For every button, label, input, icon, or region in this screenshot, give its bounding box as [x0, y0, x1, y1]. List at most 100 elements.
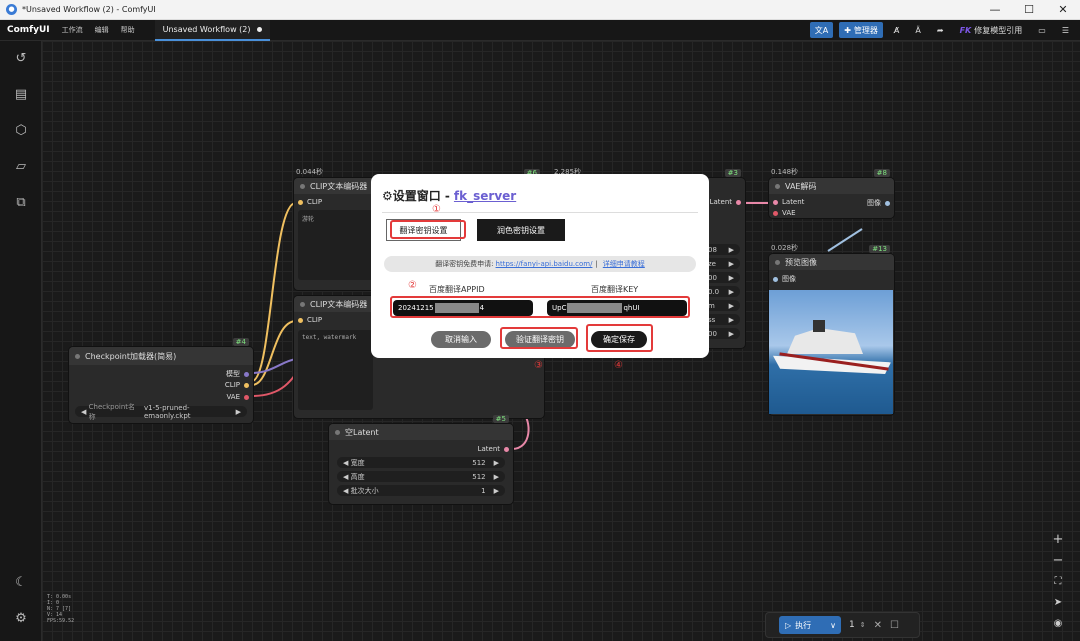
- run-button[interactable]: ▷ 执行 ∨: [779, 616, 841, 634]
- cancel-input-button[interactable]: 取消输入: [431, 331, 491, 348]
- translate-button[interactable]: 文A: [809, 22, 834, 38]
- translate-alt-icon: Ä: [915, 25, 921, 35]
- panel-toggle-button[interactable]: ▭: [1033, 22, 1051, 38]
- preview-image-node[interactable]: 0.028秒 #13 预览图像 图像: [769, 244, 894, 415]
- checkpoint-name-widget[interactable]: ◀ Checkpoint名称 v1-5-pruned-emaonly.ckpt …: [75, 403, 247, 421]
- node-header[interactable]: 空Latent: [329, 424, 513, 440]
- step-marker-4: ④: [614, 360, 623, 371]
- api-info-bar: 翻译密钥免费申请: https://fanyi-api.baidu.com/ |…: [384, 256, 696, 272]
- step-marker-3: ③: [534, 360, 543, 371]
- maximize-button[interactable]: ☐: [1012, 0, 1046, 20]
- highlight-box-1: [390, 220, 466, 239]
- prompt-textarea[interactable]: 游轮: [298, 210, 373, 280]
- vae-output-port[interactable]: VAE: [226, 393, 253, 401]
- empty-latent-node[interactable]: #5 空Latent Latent ◀ 宽度 512 ▶ ◀ 高度 512 ▶ ◀ 批次…: [329, 415, 513, 504]
- share-arrow-icon: ➦: [936, 25, 944, 35]
- queue-list-icon[interactable]: ▤: [13, 87, 29, 103]
- node-header[interactable]: VAE解码: [769, 178, 894, 194]
- clip-input-port[interactable]: CLIP: [294, 316, 322, 324]
- zoom-out-icon[interactable]: −: [1046, 551, 1070, 571]
- window-title: *Unsaved Workflow (2) - ComfyUI: [22, 5, 156, 14]
- chevron-right-icon: ▶: [493, 458, 499, 467]
- vae-input-port[interactable]: VAE: [769, 209, 796, 217]
- redacted-mask: [567, 303, 623, 313]
- clip-output-port[interactable]: CLIP: [225, 381, 253, 389]
- chevron-left-icon: ◀: [343, 458, 349, 467]
- latent-output-port[interactable]: Latent: [710, 198, 745, 206]
- share-button[interactable]: ➦: [932, 22, 949, 38]
- checkpoint-loader-node[interactable]: #4 Checkpoint加载器(简易) 模型 CLIP VAE ◀ Check…: [69, 338, 253, 423]
- highlight-box-3: [500, 327, 578, 349]
- menu-button[interactable]: ☰: [1057, 22, 1074, 38]
- generated-cruise-ship-image[interactable]: [769, 290, 893, 414]
- queue-run-bar: ▷ 执行 ∨ 1 ⇕ ✕ ☐: [765, 612, 920, 638]
- menu-help[interactable]: 帮助: [121, 25, 135, 35]
- chevron-right-icon: ▶: [493, 486, 499, 495]
- chevron-left-icon: ◀: [343, 472, 349, 481]
- latent-output-port[interactable]: Latent: [478, 445, 513, 453]
- menu-workflow[interactable]: 工作流: [62, 25, 83, 35]
- step-marker-1: ①: [432, 204, 441, 215]
- minimize-button[interactable]: —: [978, 0, 1012, 20]
- vae-decode-node[interactable]: 0.148秒 #8 VAE解码 Latent VAE 图像: [769, 168, 894, 218]
- tab-unsaved-workflow[interactable]: Unsaved Workflow (2): [154, 19, 270, 41]
- zoom-in-icon[interactable]: +: [1046, 530, 1070, 550]
- fk-server-link[interactable]: fk_server: [454, 189, 516, 203]
- chevron-down-icon[interactable]: ∨: [830, 621, 836, 630]
- model-output-port[interactable]: 模型: [226, 369, 253, 379]
- appid-label: 百度翻译APPID: [429, 285, 485, 294]
- redacted-mask: [434, 303, 479, 313]
- chevron-left-icon[interactable]: ◀: [81, 408, 86, 416]
- negative-prompt-textarea[interactable]: text, watermark: [298, 330, 373, 410]
- translate-off-button[interactable]: A̸: [889, 22, 904, 38]
- brand-logo[interactable]: ComfyUI: [7, 25, 50, 35]
- tutorial-link[interactable]: 详细申请教程: [603, 259, 645, 269]
- latent-input-port[interactable]: Latent: [769, 198, 804, 206]
- batch-count-input[interactable]: 1: [849, 620, 855, 630]
- fit-view-icon[interactable]: ⛶: [1046, 572, 1070, 592]
- theme-moon-icon[interactable]: ☾: [13, 575, 29, 591]
- key-input[interactable]: UpC qhUI: [547, 300, 687, 316]
- cancel-run-icon[interactable]: ✕: [874, 620, 882, 631]
- baidu-api-link[interactable]: https://fanyi-api.baidu.com/: [496, 260, 593, 268]
- sidebar: ↺ ▤ ⬡ ▱ ⧉ ☾ ⚙: [0, 41, 42, 641]
- history-icon[interactable]: ↺: [13, 51, 29, 67]
- puzzle-icon: ✚: [844, 25, 851, 35]
- visibility-eye-icon[interactable]: ◉: [1046, 614, 1070, 634]
- clip-input-port[interactable]: CLIP: [294, 198, 322, 206]
- manager-button[interactable]: ✚ 管理器: [839, 22, 883, 38]
- fix-models-button[interactable]: FK 修复模型引用: [955, 22, 1028, 38]
- image-output-port[interactable]: 图像: [867, 198, 894, 208]
- tab-label: Unsaved Workflow (2): [162, 24, 251, 34]
- image-input-port[interactable]: 图像: [769, 274, 796, 284]
- hamburger-icon: ☰: [1061, 25, 1069, 35]
- divider: [382, 212, 698, 213]
- translate-alt-button[interactable]: Ä: [910, 22, 925, 38]
- play-icon: ▷: [785, 620, 792, 630]
- step-marker-2: ②: [408, 280, 417, 291]
- width-widget[interactable]: ◀ 宽度 512 ▶: [337, 457, 505, 468]
- stop-icon[interactable]: ☐: [890, 620, 899, 631]
- close-button[interactable]: ✕: [1046, 0, 1080, 20]
- highlight-box-4: [586, 324, 653, 352]
- node-library-icon[interactable]: ⬡: [13, 123, 29, 139]
- chevron-left-icon: ◀: [343, 486, 349, 495]
- workflow-tree-icon[interactable]: ⧉: [13, 195, 29, 211]
- chevron-right-icon[interactable]: ▶: [236, 408, 241, 416]
- node-header[interactable]: Checkpoint加载器(简易): [69, 347, 253, 365]
- batch-size-widget[interactable]: ◀ 批次大小 1 ▶: [337, 485, 505, 496]
- folder-icon[interactable]: ▱: [13, 159, 29, 175]
- settings-modal: ⚙设置窗口 - fk_server 翻译密钥设置 ① 润色密钥设置 翻译密钥免费…: [371, 174, 709, 371]
- stepper-icon[interactable]: ⇕: [860, 621, 866, 629]
- window-titlebar: ● *Unsaved Workflow (2) - ComfyUI — ☐ ✕: [0, 0, 1080, 20]
- tab-polish-key[interactable]: 润色密钥设置: [477, 219, 565, 241]
- height-widget[interactable]: ◀ 高度 512 ▶: [337, 471, 505, 482]
- translate-mode-icon: A̸: [893, 25, 900, 35]
- menu-edit[interactable]: 编辑: [95, 25, 109, 35]
- settings-gear-icon[interactable]: ⚙: [13, 611, 29, 627]
- appid-input[interactable]: 20241215 4: [393, 300, 533, 316]
- render-stats: T: 0.00s I: 0 N: 7 [7] V: 14 FPS:59.52: [47, 594, 75, 624]
- chevron-right-icon: ▶: [493, 472, 499, 481]
- node-header[interactable]: 预览图像: [769, 254, 894, 270]
- pointer-mode-icon[interactable]: ➤: [1046, 593, 1070, 613]
